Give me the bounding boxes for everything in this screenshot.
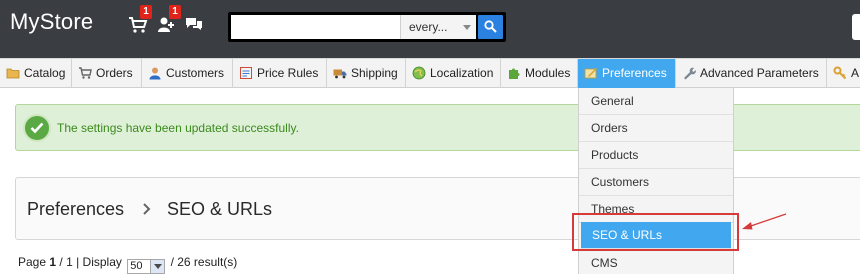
- nav-label: Price Rules: [257, 66, 319, 80]
- main-nav: Catalog Orders Customers Price Rules Shi…: [0, 58, 860, 88]
- search-icon: [484, 20, 497, 33]
- search-button[interactable]: [478, 15, 503, 39]
- nav-item-advanced-parameters[interactable]: Advanced Parameters: [676, 59, 827, 88]
- cart-icon: [79, 67, 92, 79]
- display-label: | Display: [76, 255, 122, 269]
- nav-item-price-rules[interactable]: Price Rules: [233, 59, 327, 88]
- chevron-right-icon: [143, 203, 151, 215]
- chat-bubbles-icon: [186, 18, 202, 30]
- chevron-down-icon: [463, 25, 471, 30]
- puzzle-icon: [509, 68, 520, 79]
- search-input[interactable]: [231, 15, 401, 39]
- submenu-item-customers[interactable]: Customers: [579, 169, 733, 196]
- header-right-control[interactable]: [852, 14, 860, 40]
- nav-item-truncated[interactable]: A: [827, 59, 860, 88]
- nav-label: Catalog: [24, 66, 66, 80]
- search-bar: every...: [228, 12, 506, 42]
- globe-icon: [412, 66, 426, 80]
- page-label: Page: [18, 255, 47, 269]
- nav-label: Orders: [96, 66, 133, 80]
- annotation-highlight-box: [572, 213, 739, 251]
- store-logo[interactable]: MyStore: [10, 9, 93, 35]
- breadcrumb-parent[interactable]: Preferences: [27, 199, 124, 220]
- customers-notification[interactable]: 1: [157, 5, 181, 34]
- wrench-icon: [684, 67, 696, 80]
- messages-notification[interactable]: [185, 16, 207, 34]
- nav-item-shipping[interactable]: Shipping: [327, 59, 406, 88]
- nav-label: Shipping: [351, 66, 398, 80]
- nav-label: Modules: [525, 66, 571, 80]
- nav-label: Advanced Parameters: [700, 66, 819, 80]
- price-tag-icon: [240, 67, 252, 79]
- truck-icon: [333, 69, 347, 79]
- cart-badge: 1: [140, 5, 152, 19]
- nav-label: Customers: [166, 66, 225, 80]
- nav-item-preferences[interactable]: Preferences: [578, 59, 676, 88]
- page-title: SEO & URLs: [167, 199, 273, 219]
- nav-label: Localization: [430, 66, 494, 80]
- nav-label: Preferences: [602, 66, 667, 80]
- submenu-item-products[interactable]: Products: [579, 142, 733, 169]
- orders-notification[interactable]: 1: [128, 5, 152, 34]
- pagination: Page 1 / 1 | Display 50 / 26 result(s): [18, 255, 237, 274]
- results-count: / 26 result(s): [170, 255, 238, 269]
- submenu-item-orders[interactable]: Orders: [579, 115, 733, 142]
- nav-label: A: [851, 66, 860, 80]
- chevron-down-icon: [150, 260, 165, 273]
- nav-item-customers[interactable]: Customers: [142, 59, 233, 88]
- per-page-select[interactable]: 50: [127, 259, 166, 274]
- alert-message: The settings have been updated successfu…: [57, 121, 299, 135]
- customers-badge: 1: [169, 5, 181, 19]
- nav-item-modules[interactable]: Modules: [501, 59, 578, 88]
- top-header: MyStore 1 1 every...: [0, 0, 860, 58]
- nav-item-localization[interactable]: Localization: [406, 59, 501, 88]
- folder-icon: [6, 68, 20, 79]
- nav-item-orders[interactable]: Orders: [72, 59, 142, 88]
- page-total: / 1: [59, 255, 73, 269]
- per-page-value: 50: [130, 260, 143, 272]
- page-current: 1: [49, 255, 57, 269]
- preferences-icon: [584, 68, 597, 79]
- key-icon: [833, 66, 847, 80]
- search-scope-select[interactable]: every...: [400, 15, 476, 39]
- nav-item-catalog[interactable]: Catalog: [0, 59, 72, 88]
- submenu-item-general[interactable]: General: [579, 88, 733, 115]
- search-scope-value: every...: [409, 20, 448, 34]
- submenu-item-cms[interactable]: CMS: [579, 250, 733, 274]
- annotation-arrow-icon: [742, 213, 787, 230]
- user-icon: [149, 67, 161, 80]
- check-circle-icon: [23, 114, 51, 142]
